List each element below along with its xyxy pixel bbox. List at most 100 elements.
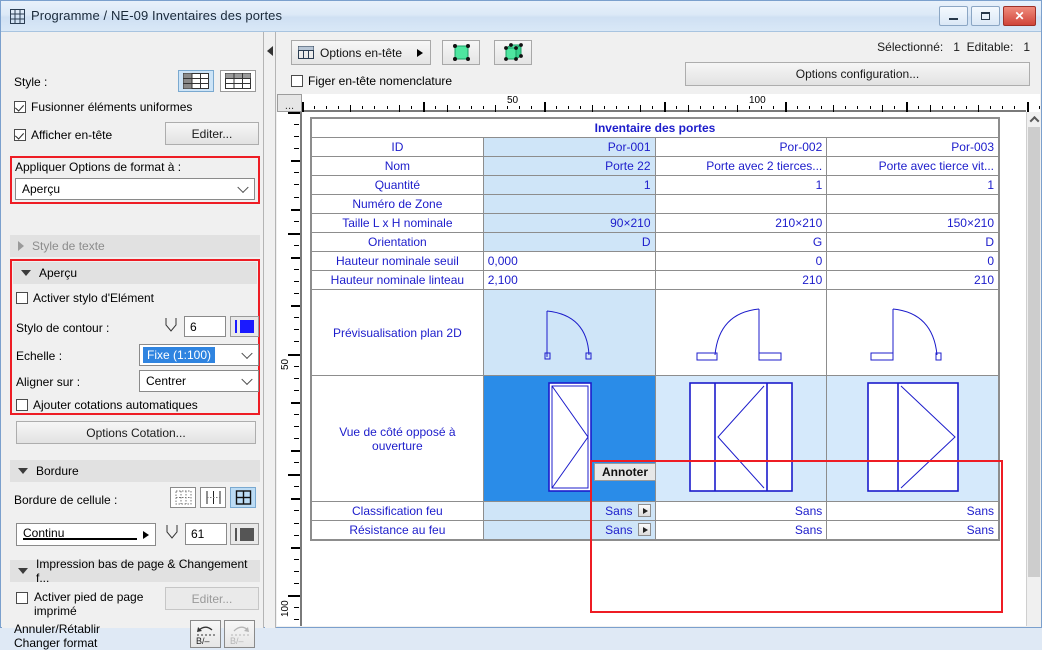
table-row[interactable]: Taille L x H nominale90×210210×210150×21… xyxy=(312,214,999,233)
row-value-cell[interactable]: Sans xyxy=(483,521,655,540)
freeze-header-checkbox[interactable]: Figer en-tête nomenclature xyxy=(291,74,452,88)
table-row[interactable]: Hauteur nominale seuil0,00000 xyxy=(312,252,999,271)
undo-format-button[interactable]: B/– xyxy=(190,620,221,648)
maximize-button[interactable] xyxy=(971,6,1000,26)
contour-style-input[interactable]: 6 xyxy=(184,316,226,337)
row-value-cell[interactable]: 0,000 xyxy=(483,252,655,271)
row-value-cell[interactable]: Sans xyxy=(827,521,999,540)
table-row[interactable]: Vue de côté opposé à ouverture xyxy=(312,376,999,502)
border-vertical-button[interactable] xyxy=(200,487,226,508)
scale-select[interactable]: Fixe (1:100) xyxy=(139,344,259,366)
vertical-ruler[interactable]: 50 100 xyxy=(277,112,302,626)
config-options-button[interactable]: Options configuration... xyxy=(685,62,1030,86)
row-value-cell[interactable] xyxy=(483,290,655,376)
edit-header-button[interactable]: Editer... xyxy=(165,122,259,145)
footer-section[interactable]: Impression bas de page & Changement f... xyxy=(10,560,260,582)
row-value-cell[interactable] xyxy=(655,195,827,214)
ruler-corner-button[interactable]: ... xyxy=(277,94,302,112)
line-color-button[interactable] xyxy=(230,523,259,545)
style-button-filled[interactable] xyxy=(178,70,214,92)
header-options-button[interactable]: Options en-tête xyxy=(291,40,431,65)
footer-edit-button[interactable]: Editer... xyxy=(165,587,259,610)
auto-dimensions-checkbox[interactable]: Ajouter cotations automatiques xyxy=(16,398,198,412)
close-button[interactable]: ✕ xyxy=(1003,6,1036,26)
align-select[interactable]: Centrer xyxy=(139,370,259,392)
vertical-scrollbar[interactable] xyxy=(1026,112,1040,626)
merge-uniform-check[interactable] xyxy=(14,101,26,113)
row-value-cell[interactable]: 210 xyxy=(827,271,999,290)
text-style-section[interactable]: Style de texte xyxy=(10,235,260,257)
table-row[interactable]: Classification feuSansSansSans xyxy=(312,502,999,521)
table-row[interactable]: NomPorte 22Porte avec 2 tierces...Porte … xyxy=(312,157,999,176)
row-value-cell[interactable]: 90×210 xyxy=(483,214,655,233)
preview-section[interactable]: Aperçu xyxy=(13,262,257,284)
cell-dropdown-icon[interactable] xyxy=(638,523,651,536)
row-value-cell[interactable] xyxy=(827,290,999,376)
row-value-cell[interactable]: 210 xyxy=(655,271,827,290)
line-pen-input[interactable]: 61 xyxy=(185,523,227,545)
row-value-cell[interactable] xyxy=(655,290,827,376)
cell-dropdown-icon[interactable] xyxy=(638,504,651,517)
freeze-header-check[interactable] xyxy=(291,75,303,87)
table-row[interactable]: Prévisualisation plan 2D xyxy=(312,290,999,376)
select-2d-button[interactable] xyxy=(442,40,480,65)
table-row[interactable]: Résistance au feuSansSansSans xyxy=(312,521,999,540)
row-value-cell[interactable] xyxy=(483,376,655,502)
row-value-cell[interactable]: Porte avec 2 tierces... xyxy=(655,157,827,176)
activate-element-pen-check[interactable] xyxy=(16,292,28,304)
table-row[interactable]: OrientationDGD xyxy=(312,233,999,252)
row-value-cell[interactable]: Sans xyxy=(483,502,655,521)
row-value-cell[interactable]: 2,100 xyxy=(483,271,655,290)
row-value-cell[interactable]: 1 xyxy=(483,176,655,195)
panel-collapse-handle[interactable] xyxy=(265,32,276,628)
row-value-cell[interactable]: Por-003 xyxy=(827,138,999,157)
row-value-cell[interactable] xyxy=(827,195,999,214)
row-value-cell[interactable] xyxy=(655,376,827,502)
row-value-cell[interactable]: Sans xyxy=(827,502,999,521)
border-none-button[interactable] xyxy=(170,487,196,508)
row-value-cell[interactable]: 0 xyxy=(827,252,999,271)
row-value-cell[interactable]: Sans xyxy=(655,521,827,540)
show-header-check[interactable] xyxy=(14,129,26,141)
show-header-checkbox[interactable]: Afficher en-tête xyxy=(14,128,112,142)
row-value-cell[interactable]: D xyxy=(827,233,999,252)
table-row[interactable]: Numéro de Zone xyxy=(312,195,999,214)
row-value-cell[interactable]: Porte avec tierce vit... xyxy=(827,157,999,176)
line-type-select[interactable]: Continu xyxy=(16,523,156,546)
table-row[interactable]: IDPor-001Por-002Por-003 xyxy=(312,138,999,157)
horizontal-ruler[interactable]: 50 100 xyxy=(302,94,1026,112)
enable-printed-footer-checkbox[interactable]: Activer pied de page imprimé xyxy=(16,590,151,618)
merge-uniform-checkbox[interactable]: Fusionner éléments uniformes xyxy=(14,100,192,114)
row-value-cell[interactable]: 1 xyxy=(655,176,827,195)
schedule-canvas[interactable]: Inventaire des portesIDPor-001Por-002Por… xyxy=(304,114,1026,626)
minimize-button[interactable] xyxy=(939,6,968,26)
row-value-cell[interactable] xyxy=(827,376,999,502)
contour-color-button[interactable] xyxy=(230,316,259,337)
style-button-plain[interactable] xyxy=(220,70,256,92)
table-row[interactable]: Hauteur nominale linteau2,100210210 xyxy=(312,271,999,290)
row-value-cell[interactable]: Porte 22 xyxy=(483,157,655,176)
scrollbar-thumb[interactable] xyxy=(1028,127,1040,577)
border-section[interactable]: Bordure xyxy=(10,460,260,482)
row-value-cell[interactable]: 210×210 xyxy=(655,214,827,233)
row-value-cell[interactable]: Por-001 xyxy=(483,138,655,157)
row-value-cell[interactable]: 150×210 xyxy=(827,214,999,233)
row-value-cell[interactable]: D xyxy=(483,233,655,252)
border-all-button[interactable] xyxy=(230,487,256,508)
row-value-cell[interactable] xyxy=(483,195,655,214)
row-value-cell[interactable]: Sans xyxy=(655,502,827,521)
row-value-cell[interactable]: G xyxy=(655,233,827,252)
row-value-cell[interactable]: Por-002 xyxy=(655,138,827,157)
activate-element-pen-checkbox[interactable]: Activer stylo d'Elément xyxy=(16,291,154,305)
scroll-up-button[interactable] xyxy=(1027,112,1040,126)
select-3d-button[interactable] xyxy=(494,40,532,65)
apply-format-select[interactable]: Aperçu xyxy=(15,178,255,200)
table-row[interactable]: Quantité111 xyxy=(312,176,999,195)
enable-printed-footer-check[interactable] xyxy=(16,592,28,604)
row-value-cell[interactable]: 0 xyxy=(655,252,827,271)
dimension-options-button[interactable]: Options Cotation... xyxy=(16,421,256,444)
row-value-cell[interactable]: 1 xyxy=(827,176,999,195)
ruler-tick xyxy=(294,317,299,318)
redo-format-button[interactable]: B/– xyxy=(224,620,255,648)
auto-dimensions-check[interactable] xyxy=(16,399,28,411)
